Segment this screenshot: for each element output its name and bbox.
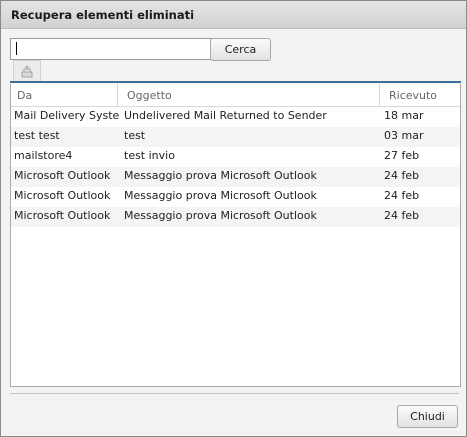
recover-deleted-items-dialog: Recupera elementi eliminati Cerca Da Ogg… xyxy=(0,0,467,437)
table-row[interactable]: Microsoft Outlook Messaggio prova Micros… xyxy=(11,187,460,207)
search-button[interactable]: Cerca xyxy=(210,38,271,61)
list-accent-line xyxy=(10,81,461,83)
text-cursor xyxy=(16,42,17,55)
row-subject: Messaggio prova Microsoft Outlook xyxy=(124,209,317,222)
table-body: Mail Delivery System Undelivered Mail Re… xyxy=(11,107,460,227)
table-row[interactable]: Microsoft Outlook Messaggio prova Micros… xyxy=(11,167,460,187)
recover-icon xyxy=(21,65,33,78)
row-subject: Messaggio prova Microsoft Outlook xyxy=(124,169,317,182)
footer-divider xyxy=(10,393,459,394)
row-received: 18 mar xyxy=(384,109,424,122)
table-header: Da Oggetto Ricevuto xyxy=(11,84,460,107)
row-subject: test xyxy=(124,129,146,142)
row-subject: Undelivered Mail Returned to Sender xyxy=(124,109,327,122)
table-row[interactable]: mailstore4 test invio 27 feb xyxy=(11,147,460,167)
table-row[interactable]: Mail Delivery System Undelivered Mail Re… xyxy=(11,107,460,127)
row-from: Microsoft Outlook xyxy=(14,189,111,202)
row-received: 24 feb xyxy=(384,169,420,182)
row-received: 24 feb xyxy=(384,189,420,202)
column-header-received[interactable]: Ricevuto xyxy=(379,84,467,106)
row-from: Mail Delivery System xyxy=(14,109,120,122)
dialog-title: Recupera elementi eliminati xyxy=(11,8,195,22)
row-received: 03 mar xyxy=(384,129,424,142)
table-row[interactable]: test test test 03 mar xyxy=(11,127,460,147)
row-subject: test invio xyxy=(124,149,175,162)
row-from: test test xyxy=(14,129,60,142)
table-row[interactable]: Microsoft Outlook Messaggio prova Micros… xyxy=(11,207,460,227)
recover-button[interactable] xyxy=(13,60,41,81)
row-received: 24 feb xyxy=(384,209,420,222)
row-from: mailstore4 xyxy=(14,149,73,162)
row-received: 27 feb xyxy=(384,149,420,162)
row-subject: Messaggio prova Microsoft Outlook xyxy=(124,189,317,202)
column-header-subject[interactable]: Oggetto xyxy=(117,84,389,106)
deleted-items-table[interactable]: Da Oggetto Ricevuto Mail Delivery System… xyxy=(10,84,461,387)
search-input[interactable] xyxy=(10,38,212,60)
dialog-title-bar[interactable]: Recupera elementi eliminati xyxy=(1,1,466,29)
close-button[interactable]: Chiudi xyxy=(397,405,458,428)
row-from: Microsoft Outlook xyxy=(14,209,111,222)
row-from: Microsoft Outlook xyxy=(14,169,111,182)
column-header-from[interactable]: Da xyxy=(11,84,123,106)
